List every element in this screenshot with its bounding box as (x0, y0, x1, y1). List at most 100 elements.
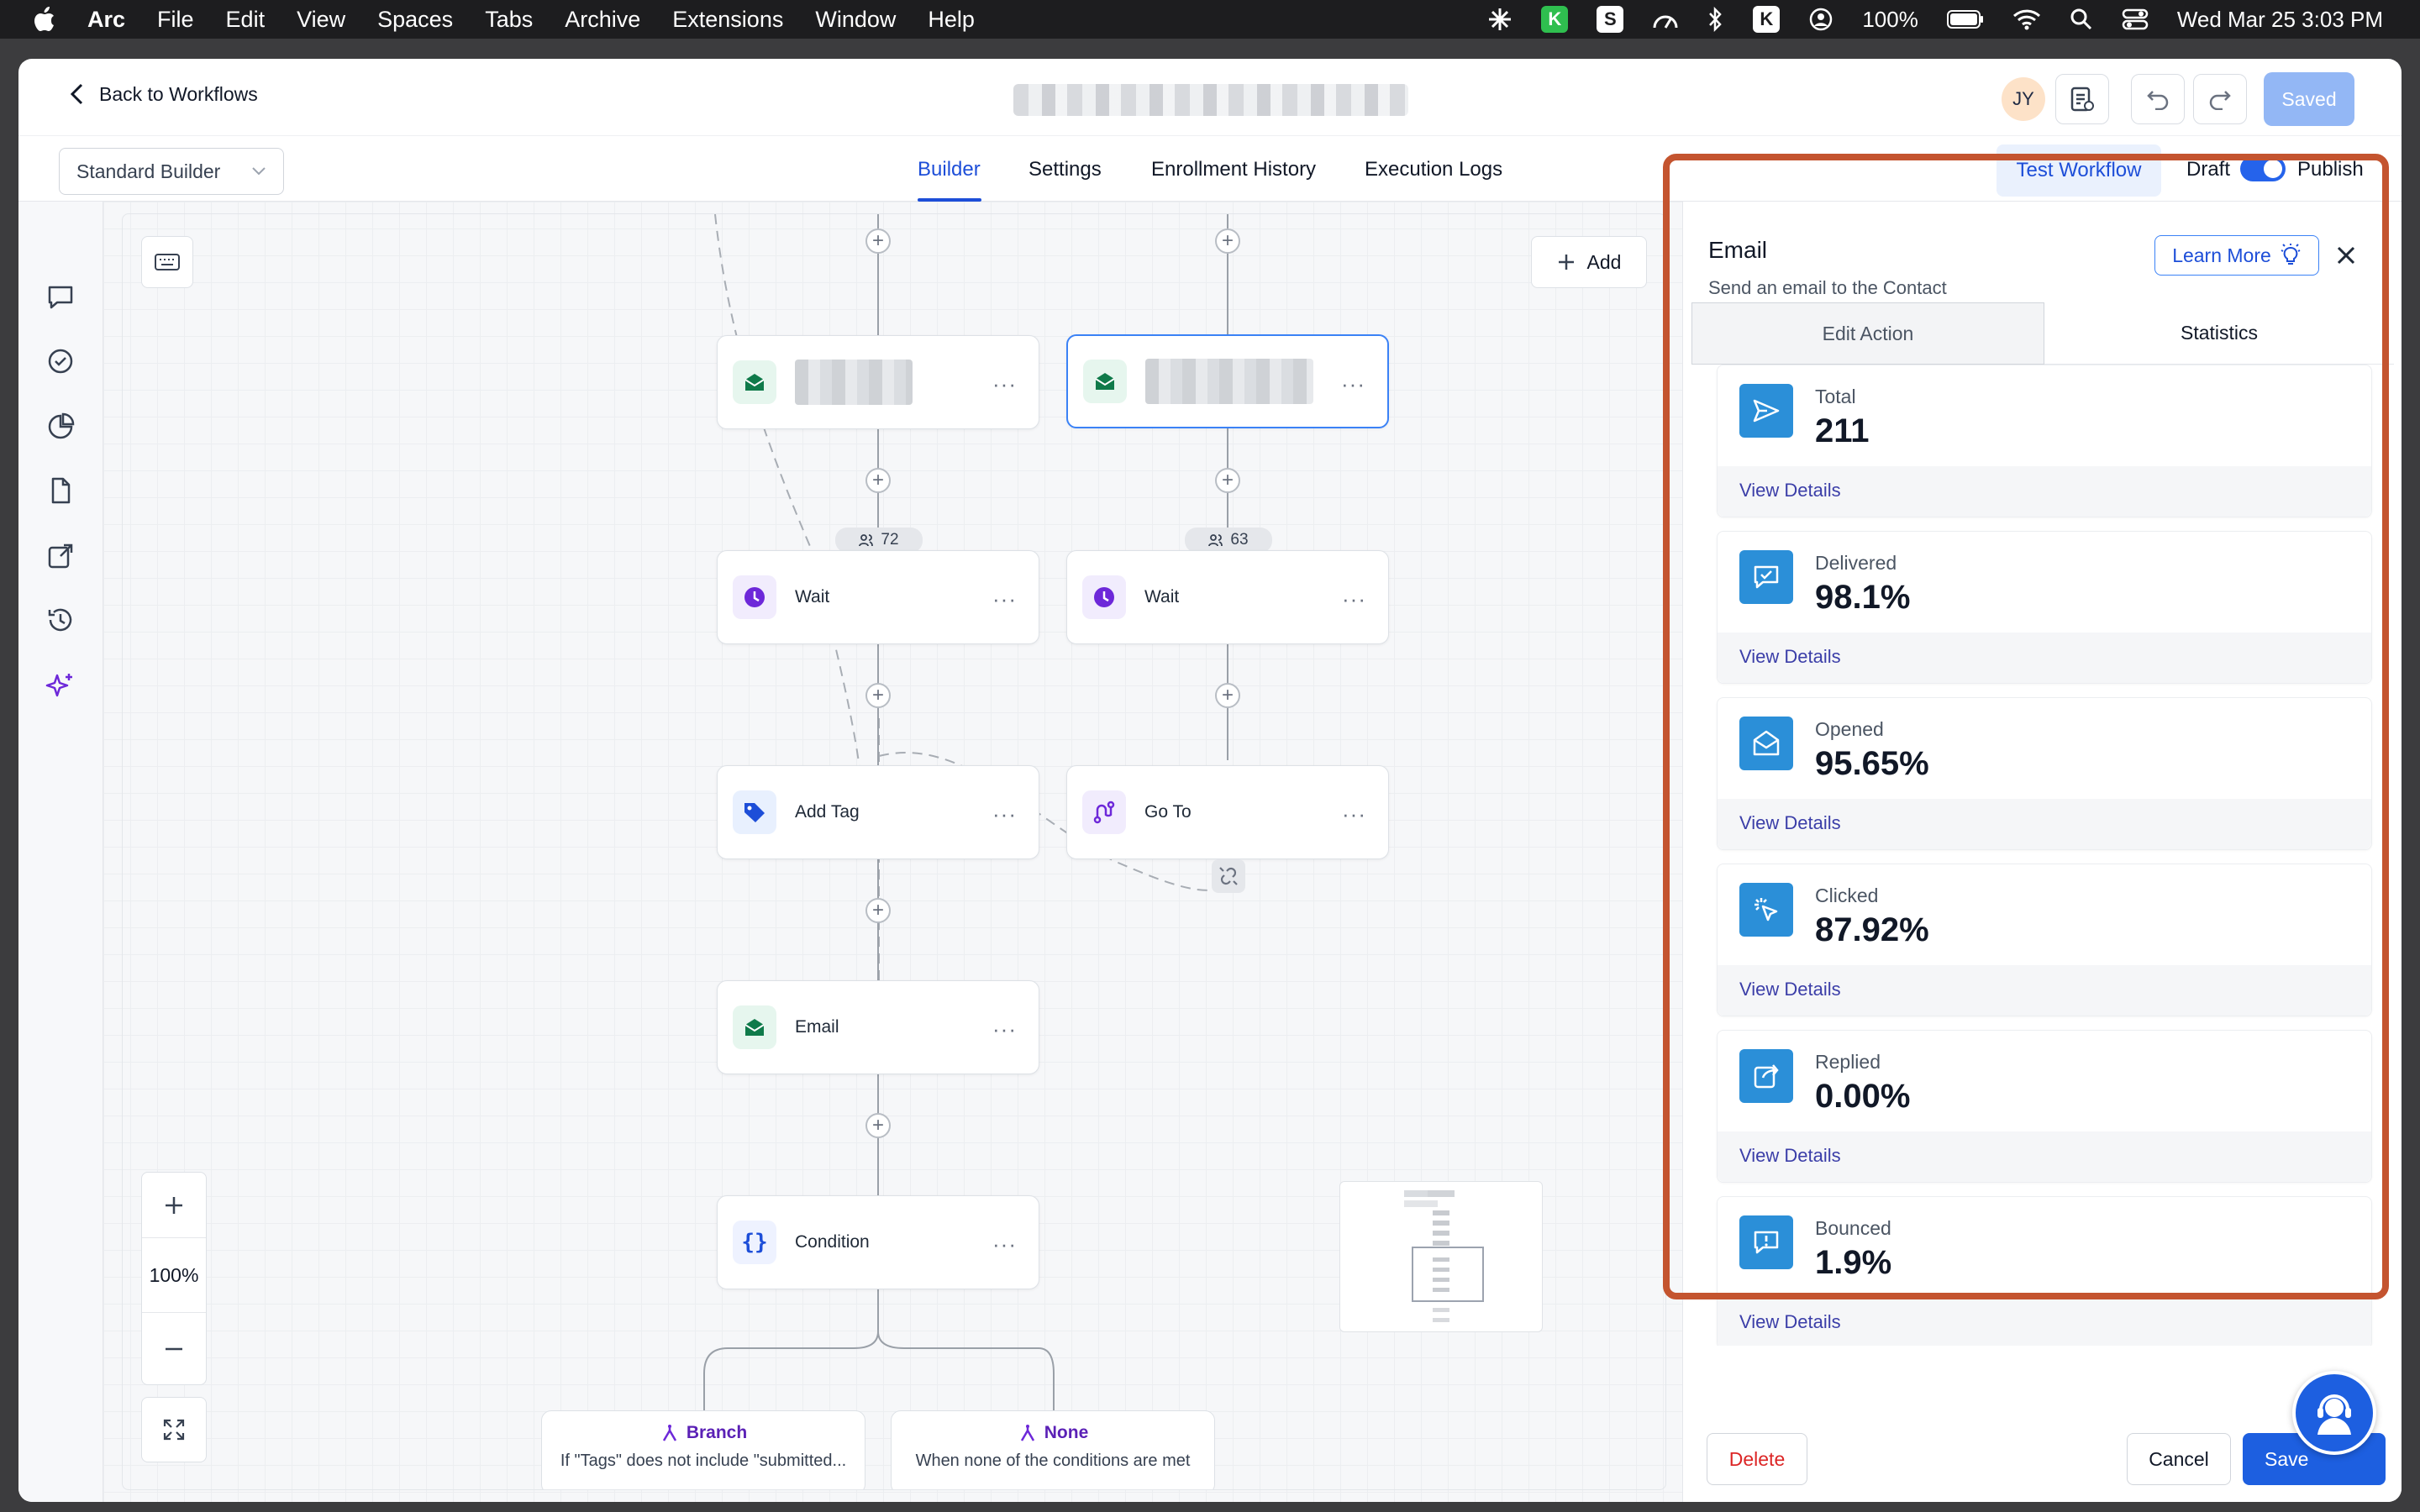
tab-builder[interactable]: Builder (918, 158, 981, 181)
more-options-icon[interactable]: ··· (992, 588, 1017, 610)
view-details-link[interactable]: View Details (1739, 1311, 1841, 1333)
external-link-icon[interactable] (45, 541, 76, 571)
condition-node[interactable]: {} Condition ··· (717, 1195, 1039, 1289)
add-tag-node[interactable]: Add Tag ··· (717, 765, 1039, 859)
battery-icon[interactable] (1946, 9, 1984, 29)
redo-button[interactable] (2193, 74, 2247, 124)
branch-title: None (1044, 1423, 1089, 1442)
stat-label: Bounced (1815, 1217, 1891, 1239)
pie-chart-icon[interactable] (45, 412, 76, 442)
more-options-icon[interactable]: ··· (992, 803, 1017, 825)
add-button[interactable]: Add (1531, 236, 1647, 288)
more-options-icon[interactable]: ··· (1342, 803, 1366, 825)
menu-view[interactable]: View (297, 7, 345, 33)
fit-view-button[interactable] (141, 1397, 207, 1462)
learn-more-button[interactable]: Learn More (2154, 235, 2319, 276)
statistics-list[interactable]: Total 211 View Details Delivered 98.1% V… (1683, 365, 2402, 1346)
view-details-link[interactable]: View Details (1739, 480, 1841, 501)
keyboard-icon (155, 254, 180, 270)
menu-tabs[interactable]: Tabs (485, 7, 533, 33)
more-options-icon[interactable]: ··· (992, 373, 1017, 395)
view-details-link[interactable]: View Details (1739, 979, 1841, 1000)
view-details-link[interactable]: View Details (1739, 812, 1841, 834)
view-details-link[interactable]: View Details (1739, 646, 1841, 668)
menu-window[interactable]: Window (815, 7, 896, 33)
more-options-icon[interactable]: ··· (1341, 373, 1365, 395)
tab-enrollment-history[interactable]: Enrollment History (1151, 158, 1316, 181)
apple-icon[interactable] (34, 7, 59, 32)
menu-archive[interactable]: Archive (565, 7, 640, 33)
zoom-out-button[interactable] (142, 1312, 206, 1384)
k-app-icon[interactable]: K (1541, 6, 1569, 33)
spotlight-search-icon[interactable] (2070, 8, 2093, 31)
check-circle-icon[interactable] (45, 346, 76, 376)
menu-app-arc[interactable]: Arc (87, 7, 125, 33)
test-workflow-button[interactable]: Test Workflow (1996, 144, 2161, 197)
menu-extensions[interactable]: Extensions (672, 7, 783, 33)
stat-label: Clicked (1815, 885, 1879, 906)
wait-node[interactable]: Wait ··· (1066, 550, 1389, 644)
s-app-icon[interactable]: S (1597, 6, 1624, 33)
zoom-in-button[interactable] (142, 1173, 206, 1238)
add-step-button[interactable]: + (1215, 228, 1240, 254)
menu-spaces[interactable]: Spaces (377, 7, 453, 33)
tab-settings[interactable]: Settings (1028, 158, 1102, 181)
more-options-icon[interactable]: ··· (992, 1233, 1017, 1255)
support-chat-button[interactable] (2292, 1371, 2376, 1455)
headset-agent-icon (2307, 1386, 2361, 1440)
canvas-minimap[interactable] (1339, 1181, 1543, 1332)
email-node-redacted-selected[interactable]: ··· (1066, 334, 1389, 428)
branch-card-none[interactable]: None When none of the conditions are met (891, 1410, 1215, 1489)
view-details-link[interactable]: View Details (1739, 1145, 1841, 1167)
notes-button[interactable] (2055, 74, 2109, 124)
history-icon[interactable] (45, 605, 76, 635)
cancel-button[interactable]: Cancel (2127, 1433, 2231, 1485)
close-panel-button[interactable] (2333, 242, 2360, 269)
avatar[interactable]: JY (2002, 77, 2045, 121)
tab-edit-action[interactable]: Edit Action (1691, 302, 2044, 365)
undo-icon (2146, 88, 2170, 110)
unlink-button[interactable] (1212, 859, 1245, 893)
saved-button[interactable]: Saved (2264, 72, 2354, 126)
delete-button[interactable]: Delete (1707, 1433, 1807, 1485)
learn-more-label: Learn More (2172, 244, 2271, 266)
bluetooth-icon[interactable] (1707, 7, 1724, 32)
user-circle-icon[interactable] (1808, 7, 1833, 32)
add-step-button[interactable]: + (865, 228, 891, 254)
menu-file[interactable]: File (157, 7, 194, 33)
contact-count-badge: 63 (1185, 528, 1272, 553)
go-to-node[interactable]: Go To ··· (1066, 765, 1389, 859)
control-center-icon[interactable] (2122, 8, 2149, 31)
keyboard-shortcuts-button[interactable] (141, 236, 193, 288)
sparkle-icon[interactable] (1487, 7, 1512, 32)
add-step-button[interactable]: + (865, 683, 891, 708)
add-step-button[interactable]: + (865, 468, 891, 493)
wifi-icon[interactable] (2012, 8, 2041, 30)
branch-card[interactable]: Branch If "Tags" does not include "submi… (541, 1410, 865, 1489)
tab-statistics[interactable]: Statistics (2044, 302, 2394, 365)
more-options-icon[interactable]: ··· (992, 1018, 1017, 1040)
envelope-icon (733, 360, 776, 404)
add-step-button[interactable]: + (1215, 468, 1240, 493)
undo-button[interactable] (2131, 74, 2185, 124)
add-step-button[interactable]: + (865, 1113, 891, 1138)
workflow-title-redacted[interactable] (1013, 84, 1408, 116)
publish-toggle[interactable] (2240, 156, 2286, 181)
builder-type-select[interactable]: Standard Builder (59, 148, 284, 195)
file-icon[interactable] (45, 475, 76, 506)
email-node-redacted[interactable]: ··· (717, 335, 1039, 429)
gauge-icon[interactable] (1652, 8, 1679, 31)
menu-help[interactable]: Help (928, 7, 975, 33)
menubar-datetime[interactable]: Wed Mar 25 3:03 PM (2177, 7, 2383, 33)
menu-edit[interactable]: Edit (226, 7, 266, 33)
add-step-button[interactable]: + (865, 898, 891, 923)
add-step-button[interactable]: + (1215, 683, 1240, 708)
ai-sparkle-icon[interactable] (45, 670, 76, 701)
tab-execution-logs[interactable]: Execution Logs (1365, 158, 1502, 181)
k-outline-app-icon[interactable]: K (1753, 6, 1781, 33)
wait-node[interactable]: Wait ··· (717, 550, 1039, 644)
back-to-workflows-link[interactable]: Back to Workflows (69, 82, 258, 106)
email-node[interactable]: Email ··· (717, 980, 1039, 1074)
comment-icon[interactable] (45, 282, 76, 312)
more-options-icon[interactable]: ··· (1342, 588, 1366, 610)
